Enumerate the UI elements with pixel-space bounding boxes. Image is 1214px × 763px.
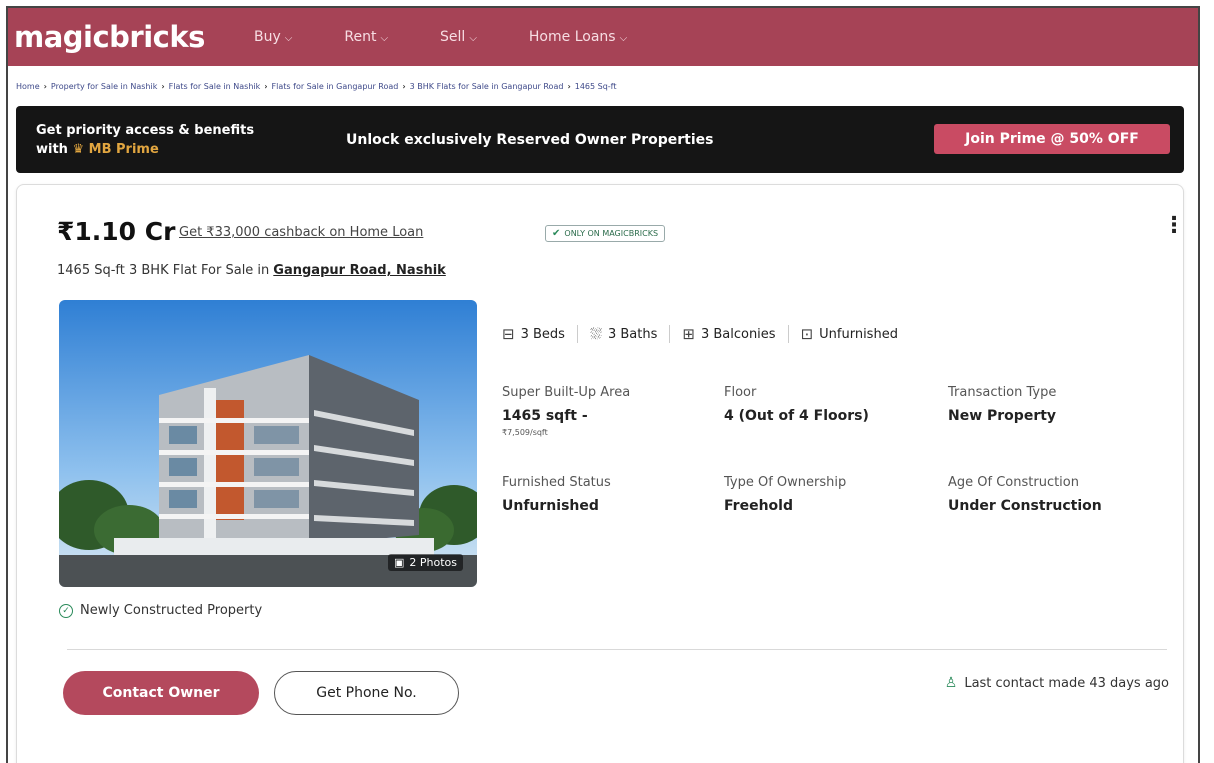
prime-line2: with ♛ MB Prime [36, 140, 336, 159]
breadcrumb-current: 1465 Sq-ft [574, 82, 617, 91]
detail-super-built-up-area: Super Built-Up Area 1465 sqft - ₹7,509/s… [502, 385, 722, 437]
nav-rent-label: Rent [344, 29, 377, 45]
top-nav: magicbricks Buy ⌵ Rent ⌵ Sell ⌵ Home Loans ⌵ [8, 8, 1198, 66]
breadcrumb-separator: › [43, 82, 47, 91]
detail-age-of-construction: Age Of Construction Under Construction [948, 475, 1168, 514]
breadcrumb-3bhk-gangapur[interactable]: 3 BHK Flats for Sale in Gangapur Road [410, 82, 564, 91]
card-divider [67, 649, 1167, 650]
divider [787, 325, 789, 343]
bath-icon: ⛆ [589, 325, 602, 343]
crown-icon: ♛ [72, 141, 85, 157]
breadcrumb-flats-gangapur[interactable]: Flats for Sale in Gangapur Road [272, 82, 399, 91]
detail-label: Floor [724, 385, 757, 400]
logo[interactable]: magicbricks [14, 20, 254, 54]
detail-value: 1465 sqft - [502, 408, 588, 424]
breadcrumb-home[interactable]: Home [16, 82, 40, 91]
image-icon: ▣ [393, 556, 405, 569]
person-icon: ♙ [944, 675, 958, 691]
prime-line2-prefix: with [36, 141, 68, 157]
page-frame: magicbricks Buy ⌵ Rent ⌵ Sell ⌵ Home Loans ⌵… [6, 6, 1200, 763]
nav-home-loans-label: Home Loans [528, 29, 616, 45]
property-photo[interactable]: ▣ 2 Photos [59, 300, 477, 587]
detail-label: Type Of Ownership [724, 475, 847, 490]
amenity-beds-label: 3 Beds [520, 326, 565, 342]
breadcrumb-separator: › [402, 82, 406, 91]
get-phone-button[interactable]: Get Phone No. [274, 671, 459, 715]
breadcrumb-separator: › [264, 82, 268, 91]
prime-line1: Get priority access & benefits [36, 122, 255, 138]
nav-sell[interactable]: Sell ⌵ [440, 29, 477, 45]
last-contact-info: ♙ Last contact made 43 days ago [945, 675, 1169, 691]
breadcrumb: Home › Property for Sale in Nashik › Flats… [16, 82, 617, 91]
mb-prime-brand: MB Prime [88, 141, 159, 157]
breadcrumb-flats-nashik[interactable]: Flats for Sale in Nashik [169, 82, 261, 91]
detail-label: Furnished Status [502, 475, 611, 490]
detail-value: 4 (Out of 4 Floors) [724, 408, 869, 424]
detail-value: Under Construction [948, 498, 1102, 514]
photo-count-badge[interactable]: ▣ 2 Photos [387, 554, 463, 571]
detail-furnished-status: Furnished Status Unfurnished [502, 475, 722, 514]
property-card: ₹1.10 Cr Get ₹33,000 cashback on Home Lo… [16, 184, 1185, 763]
chevron-down-icon: ⌵ [619, 32, 628, 44]
detail-value: Freehold [724, 498, 793, 514]
detail-type-of-ownership: Type Of Ownership Freehold [724, 475, 944, 514]
detail-floor: Floor 4 (Out of 4 Floors) [724, 385, 944, 424]
check-icon: ✔ [552, 228, 561, 239]
price-per-sqft: ₹7,509/sqft [502, 428, 548, 437]
more-options-icon[interactable]: ⋮ [1163, 215, 1185, 237]
divider [576, 325, 578, 343]
nav-buy-label: Buy [254, 29, 281, 45]
property-title-text: 1465 Sq-ft 3 BHK Flat For Sale in [57, 263, 270, 278]
property-price: ₹1.10 Cr [57, 217, 176, 246]
chevron-down-icon: ⌵ [380, 32, 389, 44]
last-contact-label: Last contact made 43 days ago [964, 675, 1169, 691]
chevron-down-icon: ⌵ [469, 32, 477, 44]
cashback-link[interactable]: Get ₹33,000 cashback on Home Loan [179, 225, 423, 240]
location-link[interactable]: Gangapur Road, Nashik [273, 263, 446, 278]
detail-label: Age Of Construction [948, 475, 1079, 490]
newly-constructed-tag: ✓ Newly Constructed Property [59, 603, 262, 618]
amenity-furnishing: ⊡ Unfurnished [801, 325, 898, 343]
nav-rent[interactable]: Rent ⌵ [344, 29, 388, 45]
amenities-row: ⊟ 3 Beds ⛆ 3 Baths ⊞ 3 Balconies ⊡ Unfurnish… [502, 325, 898, 343]
divider [669, 325, 671, 343]
detail-transaction-type: Transaction Type New Property [948, 385, 1168, 424]
amenity-balconies: ⊞ 3 Balconies [682, 325, 775, 343]
balcony-icon: ⊞ [682, 325, 695, 343]
prime-banner: Get priority access & benefits with ♛ MB… [16, 106, 1184, 173]
breadcrumb-property-nashik[interactable]: Property for Sale in Nashik [51, 82, 157, 91]
breadcrumb-separator: › [567, 82, 571, 91]
contact-owner-button[interactable]: Contact Owner [63, 671, 259, 715]
furnishing-icon: ⊡ [800, 325, 814, 343]
prime-offer-text: Get priority access & benefits with ♛ MB… [36, 121, 336, 159]
nav-buy[interactable]: Buy ⌵ [254, 29, 292, 45]
badge-label: ONLY ON MAGICBRICKS [564, 229, 659, 238]
nav-sell-label: Sell [440, 29, 466, 45]
only-on-magicbricks-badge: ✔ ONLY ON MAGICBRICKS [545, 225, 666, 242]
prime-message: Unlock exclusively Reserved Owner Proper… [346, 131, 714, 148]
detail-value: Unfurnished [502, 498, 599, 514]
detail-value: New Property [948, 408, 1057, 424]
amenity-furnishing-label: Unfurnished [819, 326, 898, 342]
amenity-baths-label: 3 Baths [607, 326, 658, 342]
chevron-down-icon: ⌵ [284, 32, 293, 44]
bed-icon: ⊟ [502, 325, 515, 343]
amenity-balconies-label: 3 Balconies [700, 326, 776, 342]
newly-constructed-label: Newly Constructed Property [80, 603, 263, 618]
detail-label: Transaction Type [948, 385, 1057, 400]
nav-home-loans[interactable]: Home Loans ⌵ [529, 29, 627, 45]
photo-count-label: 2 Photos [409, 556, 457, 569]
amenity-baths: ⛆ 3 Baths [590, 325, 657, 343]
property-title: 1465 Sq-ft 3 BHK Flat For Sale in Gangapu… [57, 263, 446, 278]
breadcrumb-separator: › [161, 82, 165, 91]
check-circle-icon: ✓ [59, 603, 73, 618]
detail-label: Super Built-Up Area [502, 385, 631, 400]
building-image [59, 300, 477, 587]
amenity-beds: ⊟ 3 Beds [502, 325, 565, 343]
join-prime-button[interactable]: Join Prime @ 50% OFF [934, 124, 1170, 154]
